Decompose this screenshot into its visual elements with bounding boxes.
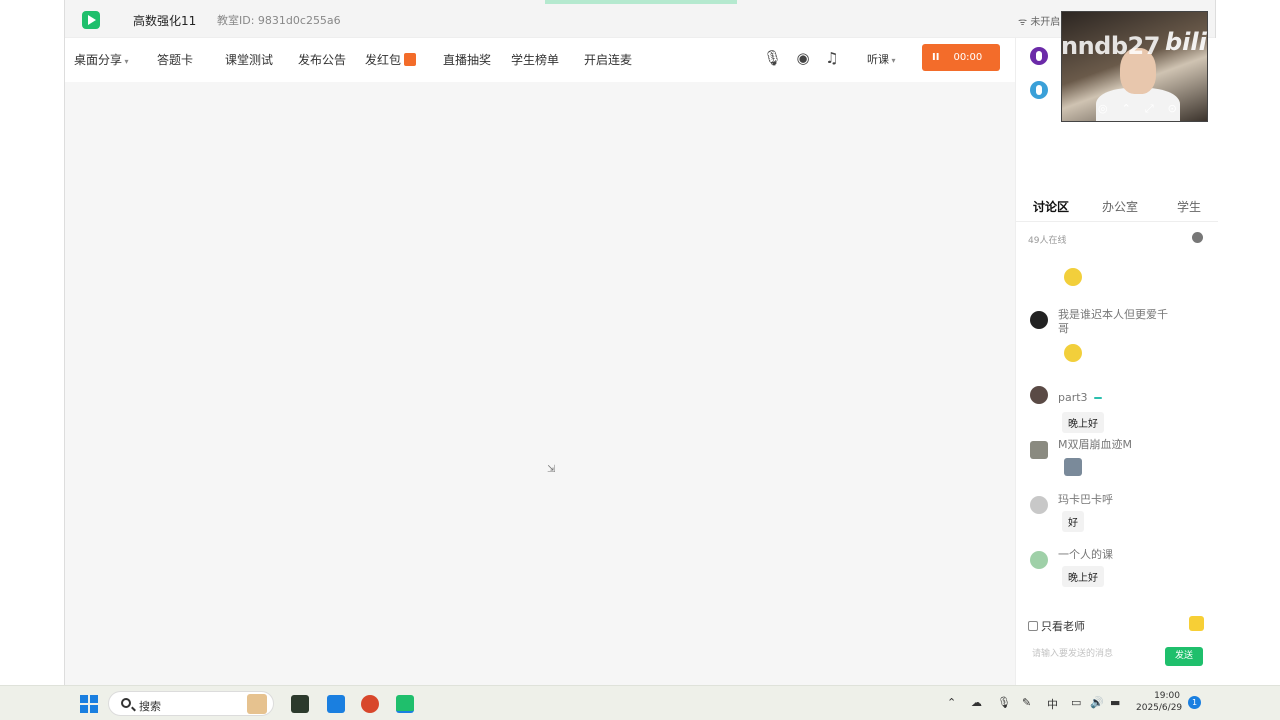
avatar [1030,386,1048,404]
search-label: 搜索 [139,700,161,713]
notification-badge[interactable]: 1 [1188,696,1201,709]
chat-input[interactable]: 请输入要发送的消息 [1032,646,1113,659]
cloud-icon[interactable]: ☁ [971,696,982,709]
chat-bubble: 好 [1062,511,1084,532]
powerpoint-icon[interactable] [361,695,379,713]
webcam-controls[interactable]: ◎⌃⤢⊙ [1098,102,1206,118]
chat-username: 一个人的课 [1058,548,1113,561]
sidebar: 讨论区 办公室 学生 49人在线 我是谁迟本人但更爱千哥 part3 晚上好 M… [1015,38,1218,685]
ime-indicator[interactable]: 中 [1047,696,1058,712]
chat-username: 我是谁迟本人但更爱千哥 [1058,308,1168,335]
whiteboard-stage[interactable]: ⇲ [65,82,1015,685]
desktop-share-button[interactable]: 桌面分享 [74,51,129,68]
pen-icon[interactable]: ✎ [1022,696,1031,709]
top-progress-indicator [545,0,737,4]
search-icon [121,698,131,708]
emoji-icon [1064,268,1082,286]
chat-username: 玛卡巴卡呼 [1058,493,1113,506]
send-button[interactable]: 发送 [1165,647,1203,666]
student-ranking-button[interactable]: 学生榜单 [511,51,559,68]
online-count: 49人在线 [1028,236,1067,246]
avatar [1030,311,1048,329]
app-logo-icon [82,11,100,29]
windows-start-icon[interactable] [80,695,98,713]
settings-icon[interactable] [1192,232,1203,243]
chat-username: M双眉崩血迹M [1058,438,1132,451]
chat-bubble: 晚上好 [1062,412,1104,433]
title-bar: 高数强化11 教室ID: 9831d0c255a6 ᯤ 未开启 [65,0,1215,38]
red-packet-button[interactable]: 发红包 [365,51,417,68]
music-icon[interactable]: ♫ [823,49,841,67]
mouse-cursor-icon: ⇲ [547,464,556,475]
checkbox-icon [1028,621,1038,631]
system-clock[interactable]: 19:00 2025/6/29 [1136,690,1182,714]
file-explorer-icon[interactable] [291,695,309,713]
class-test-button[interactable]: 课堂测试 [225,51,273,68]
tab-office[interactable]: 办公室 [1102,198,1138,215]
mic-tray-icon[interactable]: 🎙 [997,696,1011,709]
classroom-window: 高数强化11 教室ID: 9831d0c255a6 ᯤ 未开启 桌面分享 答题卡… [64,0,1218,685]
avatar [1030,441,1048,459]
teacher-toolbar: 桌面分享 答题卡 课堂测试 发布公告 发红包 直播抽奖 学生榜单 开启连麦 🎙 … [65,38,1015,82]
uploader-watermark: nndb27 [1061,32,1160,60]
teacher-avatar [1030,47,1048,65]
microphone-icon[interactable]: 🎙 [763,49,782,67]
taskbar-search[interactable]: 搜索 [108,691,274,716]
red-packet-icon [404,53,417,66]
emoji-picker-icon[interactable] [1189,616,1204,631]
live-lottery-button[interactable]: 直播抽奖 [443,51,491,68]
widgets-icon[interactable] [327,695,345,713]
windows-taskbar: 搜索 ⌃ ☁ 🎙 ✎ 中 ▭ 🔊 ▬ 19:00 2025/6/29 1 [0,685,1280,720]
laugh-emoji-icon [1064,344,1082,362]
tab-discussion[interactable]: 讨论区 [1033,198,1069,215]
network-icon[interactable]: ▭ [1071,696,1081,709]
course-title: 高数强化11 [133,14,197,28]
bilibili-logo: bili [1165,28,1207,56]
only-teacher-checkbox[interactable]: 只看老师 [1028,618,1085,634]
chat-list[interactable]: 我是谁迟本人但更爱千哥 part3 晚上好 M双眉崩血迹M 玛卡巴卡呼 好 一个… [1016,248,1218,618]
chat-bubble: 晚上好 [1062,566,1104,587]
avatar [1030,496,1048,514]
chat-username: part3 [1058,391,1176,405]
tab-students[interactable]: 学生 [1177,198,1201,215]
camera-icon[interactable]: ◉ [794,49,812,67]
battery-icon[interactable]: ▬ [1110,696,1120,709]
listen-mode-dropdown[interactable]: 听课 [867,51,896,67]
sidebar-tabs: 讨论区 办公室 学生 [1016,190,1218,222]
record-button[interactable]: II 00:00 [922,44,1000,71]
avatar [1030,551,1048,569]
post-notice-button[interactable]: 发布公告 [298,51,346,68]
tray-overflow-icon[interactable]: ⌃ [947,696,956,709]
record-time: 00:00 [953,52,983,63]
pause-icon: II [932,52,940,63]
classroom-app-icon[interactable] [396,695,414,713]
assistant-avatar [1030,81,1048,99]
search-highlight-icon [247,694,267,714]
room-id: 教室ID: 9831d0c255a6 [217,14,341,27]
volume-icon[interactable]: 🔊 [1090,696,1104,709]
emoji-icon [1064,458,1082,476]
member-badge [1093,397,1102,399]
answer-card-button[interactable]: 答题卡 [157,51,193,68]
start-mic-link-button[interactable]: 开启连麦 [584,51,632,68]
network-status: ᯤ 未开启 [1018,17,1061,28]
